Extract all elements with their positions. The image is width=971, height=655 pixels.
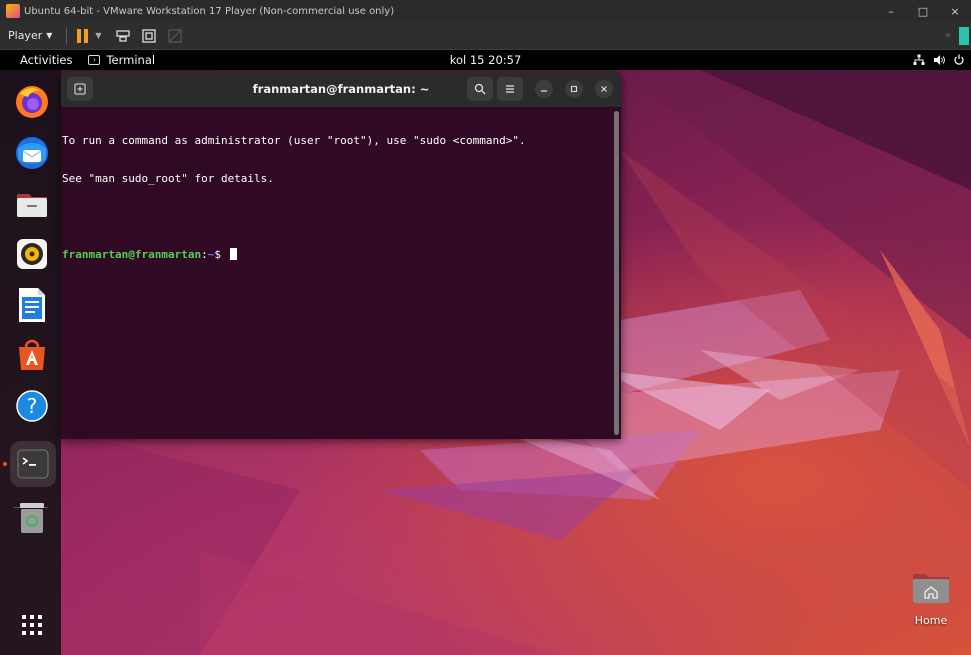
text-cursor bbox=[229, 247, 237, 260]
terminal-output[interactable]: To run a command as administrator (user … bbox=[61, 107, 611, 439]
firefox-icon bbox=[16, 86, 48, 118]
toolbar-divider bbox=[66, 26, 68, 45]
new-tab-icon bbox=[74, 83, 86, 95]
prompt-symbol: $ bbox=[214, 247, 221, 261]
home-folder-icon bbox=[913, 574, 949, 603]
terminal-line: See "man sudo_root" for details. bbox=[62, 171, 274, 185]
chevron-down-icon: ▼ bbox=[46, 31, 53, 40]
app-menu-label: Terminal bbox=[106, 53, 156, 67]
new-tab-button[interactable] bbox=[67, 77, 93, 101]
app-grid-icon bbox=[22, 615, 42, 635]
help-icon: ? bbox=[16, 390, 48, 422]
dock-trash[interactable] bbox=[12, 498, 52, 538]
vmware-close-button[interactable]: × bbox=[939, 0, 971, 22]
collapse-toolbar-icon[interactable]: « bbox=[945, 30, 951, 41]
terminal-small-icon: › bbox=[88, 55, 101, 65]
system-tray[interactable] bbox=[913, 54, 971, 66]
search-icon bbox=[474, 83, 486, 95]
maximize-icon bbox=[570, 85, 578, 93]
dock-firefox[interactable] bbox=[12, 82, 52, 122]
ubuntu-dock: ? bbox=[0, 70, 61, 655]
power-icon bbox=[954, 54, 964, 65]
rhythmbox-icon bbox=[17, 239, 47, 269]
hamburger-menu-icon bbox=[506, 85, 514, 93]
desktop-home-folder[interactable]: Home bbox=[906, 570, 956, 627]
dock-libreoffice-writer[interactable] bbox=[12, 285, 52, 325]
minimize-button[interactable] bbox=[535, 80, 553, 98]
unity-mode-icon bbox=[166, 27, 184, 45]
prompt-user: franmartan@franmartan bbox=[62, 247, 202, 261]
dock-app-center[interactable] bbox=[12, 335, 52, 375]
pause-dropdown-icon[interactable]: ▼ bbox=[95, 31, 101, 40]
dock-show-apps[interactable] bbox=[12, 605, 52, 645]
terminal-icon bbox=[17, 449, 49, 479]
removable-devices-icon[interactable] bbox=[114, 27, 132, 45]
vmware-maximize-button[interactable]: □ bbox=[907, 0, 939, 22]
network-icon bbox=[913, 54, 925, 65]
vmware-logo-icon bbox=[6, 4, 20, 18]
app-menu-button[interactable]: › Terminal bbox=[82, 53, 155, 67]
dock-thunderbird[interactable] bbox=[12, 133, 52, 173]
close-icon bbox=[601, 86, 607, 92]
vmware-window-title: Ubuntu 64-bit - VMware Workstation 17 Pl… bbox=[24, 5, 395, 17]
dock-terminal[interactable] bbox=[10, 441, 56, 487]
dock-rhythmbox[interactable] bbox=[12, 234, 52, 274]
maximize-button[interactable] bbox=[565, 80, 583, 98]
dock-help[interactable]: ? bbox=[12, 386, 52, 426]
terminal-scrollbar[interactable] bbox=[614, 111, 619, 435]
dock-files[interactable] bbox=[12, 184, 52, 224]
menu-button[interactable] bbox=[497, 77, 523, 101]
running-indicator bbox=[3, 462, 7, 466]
search-button[interactable] bbox=[467, 77, 493, 101]
terminal-header-bar[interactable]: franmartan@franmartan: ~ bbox=[61, 71, 621, 107]
vmware-title-bar: Ubuntu 64-bit - VMware Workstation 17 Pl… bbox=[0, 0, 971, 22]
vmware-toolbar: Player ▼ ▼ « bbox=[0, 22, 971, 50]
prompt-line: franmartan@franmartan:~$ bbox=[62, 247, 611, 262]
activities-button[interactable]: Activities bbox=[0, 53, 82, 67]
player-menu-button[interactable]: Player ▼ bbox=[0, 25, 60, 47]
writer-icon bbox=[19, 288, 45, 322]
close-button[interactable] bbox=[595, 80, 613, 98]
svg-text:?: ? bbox=[27, 394, 38, 418]
home-folder-label: Home bbox=[914, 614, 948, 627]
terminal-window[interactable]: franmartan@franmartan: ~ To run a comman… bbox=[61, 71, 621, 439]
app-center-icon bbox=[19, 339, 45, 370]
player-menu-label: Player bbox=[8, 29, 43, 42]
thunderbird-icon bbox=[16, 137, 48, 169]
vmware-status-icon bbox=[959, 26, 969, 45]
prompt-separator: : bbox=[201, 247, 208, 261]
volume-icon bbox=[934, 55, 945, 65]
vmware-minimize-button[interactable]: – bbox=[875, 0, 907, 22]
minimize-icon bbox=[541, 90, 547, 92]
clock[interactable]: kol 15 20:57 bbox=[450, 53, 522, 67]
files-icon bbox=[17, 194, 47, 217]
terminal-line: To run a command as administrator (user … bbox=[62, 134, 526, 147]
trash-icon bbox=[20, 503, 44, 533]
pause-icon[interactable] bbox=[77, 28, 91, 43]
fit-guest-icon[interactable] bbox=[140, 27, 158, 45]
gnome-top-bar: Activities › Terminal kol 15 20:57 bbox=[0, 50, 971, 70]
